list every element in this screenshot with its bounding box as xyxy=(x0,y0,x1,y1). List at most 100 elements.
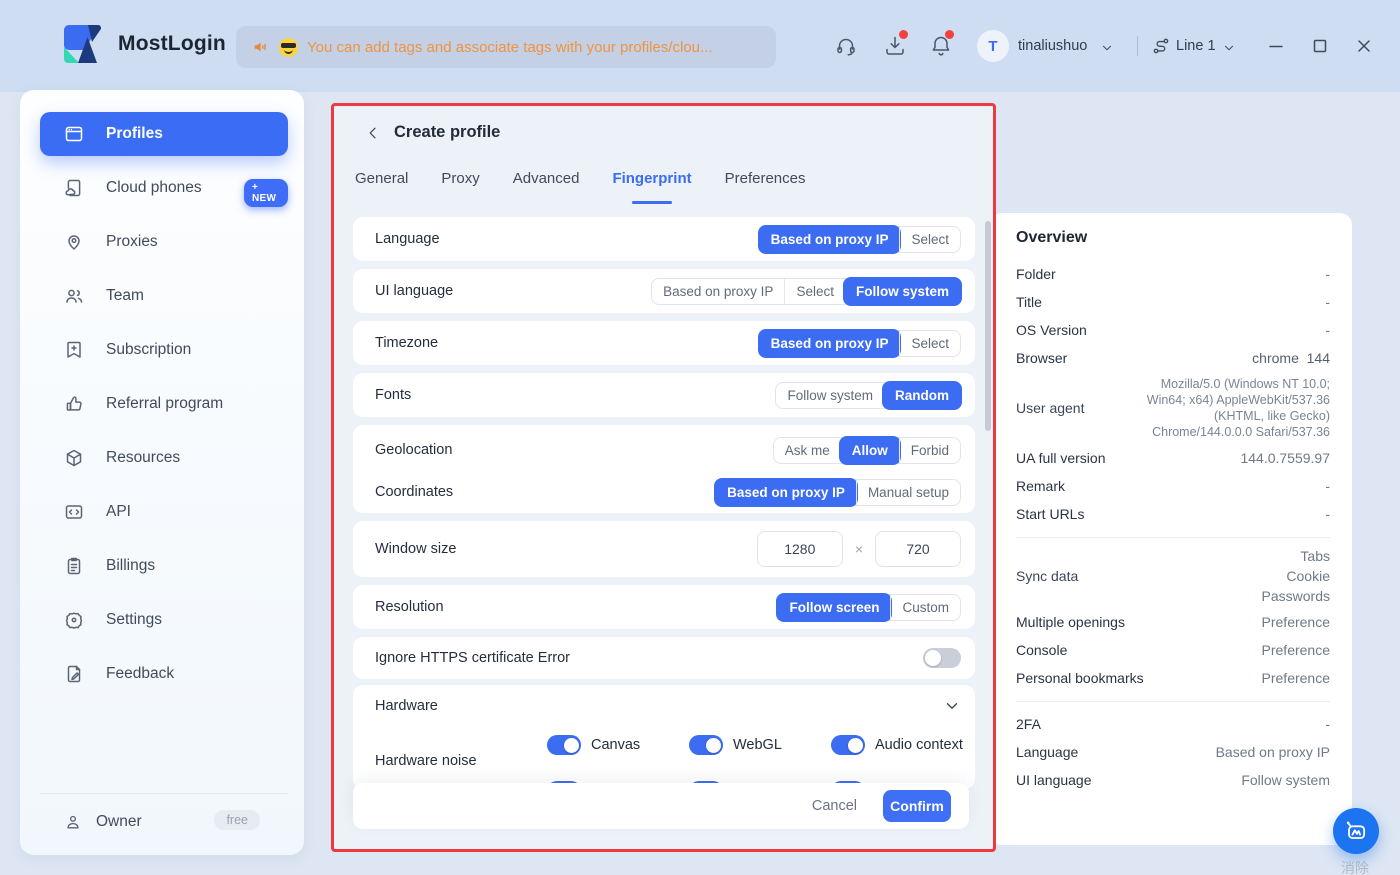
sidebar-item-subscription[interactable]: Subscription xyxy=(40,330,288,370)
segment-option[interactable]: Based on proxy IP xyxy=(759,330,901,357)
chevron-down-icon[interactable] xyxy=(943,697,961,715)
row-value: 144.0.7559.97 xyxy=(1240,450,1330,466)
chevron-down-icon[interactable] xyxy=(1222,41,1236,55)
browser-version: 144 xyxy=(1307,350,1330,366)
segment-option[interactable]: Follow screen xyxy=(777,594,891,621)
field-geolocation-card: Geolocation Ask me Allow Forbid Coordina… xyxy=(353,425,975,513)
row-label: Language xyxy=(1016,744,1078,760)
app-name: MostLogin xyxy=(118,32,226,56)
field-label: Timezone xyxy=(375,335,438,351)
sidebar-item-feedback[interactable]: Feedback xyxy=(40,654,288,694)
headset-icon[interactable] xyxy=(834,34,858,58)
row-label: Start URLs xyxy=(1016,506,1084,522)
overview-divider xyxy=(1016,701,1330,702)
tab-preferences[interactable]: Preferences xyxy=(725,170,806,195)
map-pin-icon xyxy=(64,232,84,252)
route-icon[interactable] xyxy=(1152,37,1170,55)
audio-context-toggle[interactable] xyxy=(831,735,865,755)
toggle-label: Canvas xyxy=(591,737,640,753)
maximize-icon[interactable] xyxy=(1310,36,1330,56)
sidebar-item-profiles[interactable]: Profiles xyxy=(40,112,288,156)
segment-option[interactable]: Random xyxy=(883,382,961,409)
segment-option[interactable]: Select xyxy=(899,331,960,356)
clipboard-icon xyxy=(64,556,84,576)
user-name[interactable]: tinaliushuo xyxy=(1018,38,1087,54)
sidebar-item-resources[interactable]: Resources xyxy=(40,438,288,478)
plan-badge: free xyxy=(214,810,260,830)
thumbs-up-icon xyxy=(64,394,84,414)
segment-option[interactable]: Based on proxy IP xyxy=(759,226,901,253)
window-height-input[interactable] xyxy=(875,531,961,567)
sidebar-item-api[interactable]: API xyxy=(40,492,288,532)
segment-option[interactable]: Based on proxy IP xyxy=(715,479,857,506)
window-width-input[interactable] xyxy=(757,531,843,567)
tab-fingerprint[interactable]: Fingerprint xyxy=(612,170,691,195)
announcement-banner[interactable]: You can add tags and associate tags with… xyxy=(236,26,776,68)
sync-value: Passwords xyxy=(1262,588,1330,604)
field-label: Geolocation xyxy=(375,442,452,458)
language-segmented-control: Based on proxy IP Select xyxy=(759,226,961,253)
segment-option[interactable]: Manual setup xyxy=(856,480,960,505)
tab-general[interactable]: General xyxy=(355,170,408,195)
overview-row-folder: Folder - xyxy=(1016,260,1330,288)
avatar[interactable]: T xyxy=(977,30,1009,62)
ui-language-segmented-control: Based on proxy IP Select Follow system xyxy=(651,278,961,305)
sidebar-item-settings[interactable]: Settings xyxy=(40,600,288,640)
sidebar-item-referral-program[interactable]: Referral program xyxy=(40,384,288,424)
modal-scrollbar[interactable] xyxy=(985,221,991,431)
row-value: Follow system xyxy=(1241,772,1330,788)
audio-context-noise-toggle-item: Audio context xyxy=(831,735,963,755)
sidebar-item-cloud-phones[interactable]: Cloud phones + NEW xyxy=(40,168,288,208)
toggle-label: WebGL xyxy=(733,737,782,753)
geolocation-segmented-control: Ask me Allow Forbid xyxy=(773,437,961,464)
overview-title: Overview xyxy=(1016,229,1330,247)
field-fonts: Fonts Follow system Random xyxy=(353,373,975,417)
sidebar-item-label: Team xyxy=(106,287,144,305)
overview-row-console: Console Preference xyxy=(1016,636,1330,664)
chevron-down-icon[interactable] xyxy=(1100,41,1114,55)
fonts-segmented-control: Follow system Random xyxy=(775,382,961,409)
segment-option[interactable]: Custom xyxy=(890,595,960,620)
field-label: Ignore HTTPS certificate Error xyxy=(375,650,570,666)
support-fab-button[interactable] xyxy=(1333,808,1379,854)
close-icon[interactable] xyxy=(1354,36,1374,56)
browser-window-icon xyxy=(64,124,84,144)
overview-row-ua-full-version: UA full version 144.0.7559.97 xyxy=(1016,444,1330,472)
segment-option[interactable]: Forbid xyxy=(899,438,960,463)
tab-advanced[interactable]: Advanced xyxy=(513,170,580,195)
sidebar-item-proxies[interactable]: Proxies xyxy=(40,222,288,262)
overview-panel: Overview Folder - Title - OS Version - B… xyxy=(990,213,1352,845)
sidebar-item-label: Cloud phones xyxy=(106,179,202,197)
overview-row-ui-language: UI language Follow system xyxy=(1016,766,1330,794)
segment-option[interactable]: Follow system xyxy=(776,383,884,408)
segment-option[interactable]: Allow xyxy=(840,437,900,464)
row-value: - xyxy=(1325,478,1330,494)
owner-row[interactable]: Owner free xyxy=(40,802,288,842)
avatar-initial: T xyxy=(988,38,997,55)
line-selector[interactable]: Line 1 xyxy=(1176,38,1216,54)
modal-footer: Cancel Confirm xyxy=(353,783,969,829)
sidebar-item-billings[interactable]: Billings xyxy=(40,546,288,586)
segment-option[interactable]: Based on proxy IP xyxy=(652,279,784,304)
confirm-button[interactable]: Confirm xyxy=(883,790,951,822)
sidebar-item-team[interactable]: Team xyxy=(40,276,288,316)
overview-row-language: Language Based on proxy IP xyxy=(1016,738,1330,766)
cancel-button[interactable]: Cancel xyxy=(812,798,857,814)
canvas-toggle[interactable] xyxy=(547,735,581,755)
back-icon[interactable] xyxy=(365,125,381,141)
segment-option[interactable]: Select xyxy=(899,227,960,252)
segment-option[interactable]: Follow system xyxy=(844,278,961,305)
webgl-toggle[interactable] xyxy=(689,735,723,755)
row-value: Preference xyxy=(1262,670,1330,686)
sidebar-item-label: API xyxy=(106,503,131,521)
sidebar-item-label: Profiles xyxy=(106,125,163,143)
minimize-icon[interactable] xyxy=(1266,36,1286,56)
overview-row-2fa: 2FA - xyxy=(1016,710,1330,738)
segment-option[interactable]: Ask me xyxy=(774,438,841,463)
ignore-https-toggle[interactable] xyxy=(923,648,961,668)
row-label: Remark xyxy=(1016,478,1065,494)
tab-proxy[interactable]: Proxy xyxy=(441,170,479,195)
segment-option[interactable]: Select xyxy=(784,279,845,304)
sync-value: Tabs xyxy=(1300,548,1330,564)
field-label: Resolution xyxy=(375,599,444,615)
